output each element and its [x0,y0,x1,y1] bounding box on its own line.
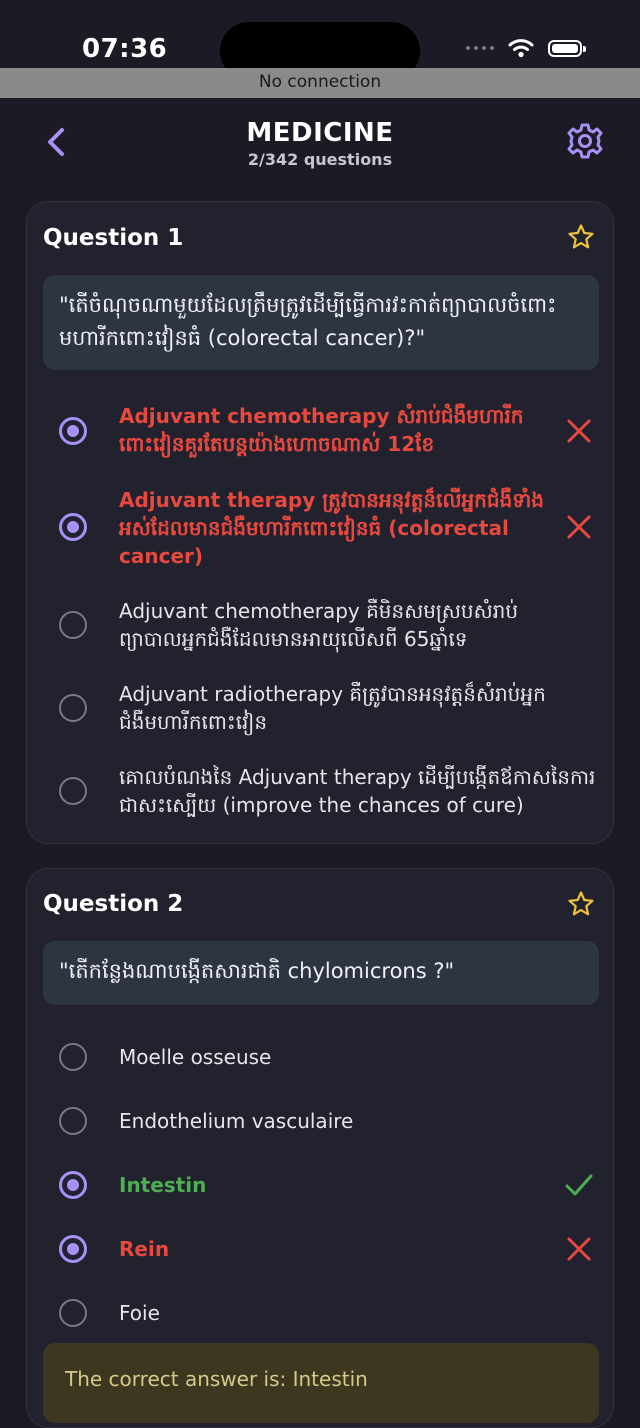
radio-unselected[interactable] [59,694,87,722]
question-card-1: Question 1 "តើចំណុចណាមួយដែលត្រឹមត្រូវដើម… [26,201,614,844]
answer-option[interactable]: Adjuvant radiotherapy គឺត្រូវបានអនុវត្តន… [27,677,615,741]
radio-unselected[interactable] [59,777,87,805]
option-label: Endothelium vasculaire [119,1109,354,1133]
option-label: គោលបំណងនៃ Adjuvant therapy ដើម្បីបង្កើតឪ… [119,765,596,817]
status-icons [466,38,586,58]
correct-answer-box: The correct answer is: Intestin [43,1343,599,1423]
option-label: Intestin [119,1173,207,1197]
question-text: "តើចំណុចណាមួយដែលត្រឹមត្រូវដើម្បីធ្វើការវ… [43,275,599,370]
radio-selected[interactable] [59,1171,87,1199]
answer-option[interactable]: Adjuvant therapy ត្រូវបានអនុវត្តន៏លើអ្នក… [27,482,615,572]
answer-option[interactable]: Adjuvant chemotherapy គឺមិនសមស្របសំរាប់ព… [27,594,615,658]
option-label: Adjuvant chemotherapy សំរាប់ជំងឺមហារីកពោ… [119,404,524,456]
option-label: Foie [119,1301,160,1325]
correct-answer-text: The correct answer is: Intestin [65,1367,368,1391]
question-title: Question 1 [43,225,184,251]
header: MEDICINE 2/342 questions [0,110,640,180]
radio-unselected[interactable] [59,1299,87,1327]
option-label: Adjuvant therapy ត្រូវបានអនុវត្តន៏លើអ្នក… [119,488,544,568]
radio-unselected[interactable] [59,1107,87,1135]
page-title: MEDICINE [246,118,394,148]
option-label: Rein [119,1237,170,1261]
answer-option[interactable]: Intestin [27,1167,615,1203]
star-icon[interactable] [567,223,595,251]
answer-option[interactable]: គោលបំណងនៃ Adjuvant therapy ដើម្បីបង្កើតឪ… [27,760,615,824]
answer-option[interactable]: Rein [27,1231,615,1267]
question-count: 2/342 questions [247,150,393,169]
radio-selected[interactable] [59,1235,87,1263]
option-label: Adjuvant chemotherapy គឺមិនសមស្របសំរាប់ព… [119,599,519,651]
gear-icon[interactable] [566,122,604,160]
check-mark-icon [565,1174,593,1196]
question-card-2: Question 2 "តើកន្លែងណាបង្កើតសារជាតិ chyl… [26,868,614,1428]
x-mark-icon [567,419,591,443]
status-bar: 07:36 [0,0,640,80]
radio-unselected[interactable] [59,1043,87,1071]
x-mark-icon [567,1237,591,1261]
radio-unselected[interactable] [59,611,87,639]
answer-option[interactable]: Foie [27,1295,615,1331]
option-label: Adjuvant radiotherapy គឺត្រូវបានអនុវត្តន… [119,682,546,734]
question-title: Question 2 [43,891,184,917]
answer-option[interactable]: Moelle osseuse [27,1039,615,1075]
cellular-signal-icon [466,46,494,50]
radio-selected[interactable] [59,513,87,541]
battery-icon [548,39,586,57]
x-mark-icon [567,515,591,539]
connection-banner-text: No connection [258,72,382,92]
option-label: Moelle osseuse [119,1045,272,1069]
connection-banner: No connection [0,68,640,98]
star-icon[interactable] [567,890,595,918]
answer-option[interactable]: Adjuvant chemotherapy សំរាប់ជំងឺមហារីកពោ… [27,397,615,465]
answer-option[interactable]: Endothelium vasculaire [27,1103,615,1139]
radio-selected[interactable] [59,417,87,445]
question-text: "តើកន្លែងណាបង្កើតសារជាតិ chylomicrons ?" [43,941,599,1005]
status-time: 07:36 [82,34,168,64]
wifi-icon [508,39,534,58]
